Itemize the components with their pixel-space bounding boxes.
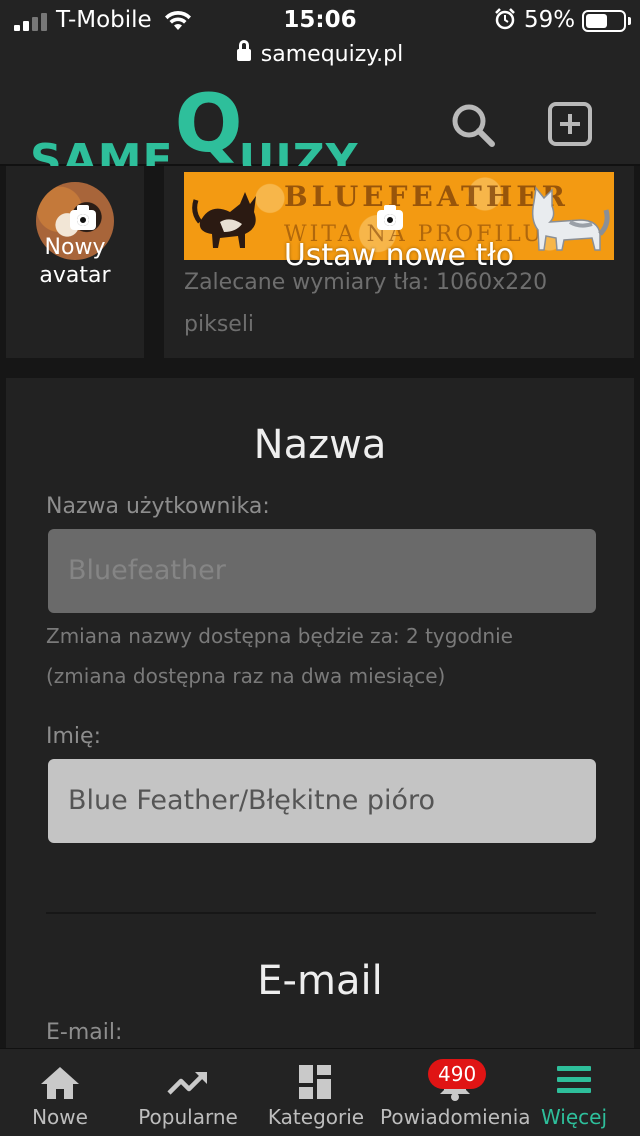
battery-cap — [628, 17, 631, 25]
section-divider — [46, 912, 596, 914]
lock-icon — [236, 40, 251, 62]
tab-nowe[interactable]: Nowe — [4, 1049, 116, 1136]
username-label: Nazwa użytkownika: — [46, 494, 270, 519]
battery-percent: 59% — [524, 7, 576, 33]
username-change-hint: Zmiana nazwy dostępna będzie za: 2 tygod… — [46, 624, 513, 648]
avatar-card[interactable]: Nowy avatar — [6, 166, 144, 358]
address-bar[interactable]: samequizy.pl — [0, 40, 640, 70]
search-icon[interactable] — [450, 102, 496, 148]
battery-icon — [582, 10, 626, 32]
home-icon — [41, 1067, 79, 1099]
camera-icon — [377, 205, 403, 230]
status-bar: T-Mobile 15:06 59% samequizy.pl — [0, 0, 640, 80]
first-name-label: Imię: — [46, 724, 101, 749]
username-field: Bluefeather — [48, 529, 596, 613]
account-form: Nazwa Nazwa użytkownika: Bluefeather Zmi… — [6, 378, 634, 1048]
notification-count-badge: 490 — [428, 1059, 487, 1089]
trending-icon — [167, 1072, 207, 1095]
alarm-icon — [495, 8, 515, 30]
tab-popularne[interactable]: Popularne — [128, 1049, 248, 1136]
plus-square-icon[interactable] — [548, 102, 592, 146]
tab-wiecej[interactable]: Więcej — [532, 1049, 616, 1136]
menu-icon — [557, 1066, 591, 1093]
tab-label: Nowe — [32, 1105, 88, 1129]
site-header: SAMEQUIZY — [0, 80, 640, 187]
logo-part-q: Q — [174, 77, 243, 170]
bottom-tab-bar: Nowe Popularne Kategorie 490 Powiadomien… — [0, 1048, 640, 1136]
tab-label: Powiadomienia — [380, 1105, 531, 1129]
tab-powiadomienia[interactable]: 490 Powiadomienia — [380, 1049, 531, 1136]
name-section-title: Nazwa — [253, 422, 387, 468]
camera-icon — [70, 205, 96, 230]
tab-label: Kategorie — [267, 1105, 365, 1129]
new-avatar-label: Nowy avatar — [39, 235, 111, 288]
tab-kategorie[interactable]: Kategorie — [262, 1049, 370, 1136]
email-label: E-mail: — [46, 1020, 123, 1045]
first-name-field[interactable]: Blue Feather/Błękitne pióro — [48, 759, 596, 843]
profile-settings: Nowy avatar BLUEFEATHER WITA NA PROFILU … — [0, 166, 640, 1048]
email-section-title: E-mail — [257, 958, 383, 1004]
background-card[interactable]: BLUEFEATHER WITA NA PROFILU Ustaw nowe t… — [164, 166, 634, 358]
grid-icon — [299, 1065, 331, 1099]
username-change-frequency: (zmiana dostępna raz na dwa miesiące) — [46, 664, 446, 688]
tab-label: Popularne — [138, 1105, 238, 1129]
background-size-hint: Zalecane wymiary tła: 1060x220 pikseli — [184, 270, 548, 337]
samequizy-logo[interactable]: SAMEQUIZY — [30, 84, 358, 187]
tab-label: Więcej — [540, 1105, 608, 1129]
url-text: samequizy.pl — [260, 42, 404, 67]
